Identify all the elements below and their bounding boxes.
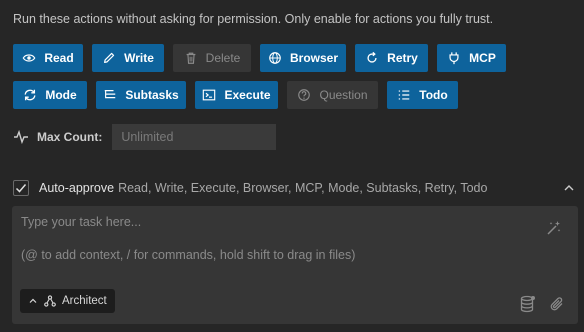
paperclip-icon[interactable] bbox=[549, 296, 565, 312]
auto-approve-row: Auto-approve Read, Write, Execute, Brows… bbox=[13, 180, 576, 196]
mode-toggle-button[interactable]: Mode bbox=[13, 81, 87, 109]
delete-toggle-button[interactable]: Delete bbox=[173, 44, 251, 72]
chat-placeholder-line2: (@ to add context, / for commands, hold … bbox=[21, 248, 356, 262]
enhance-prompt-icon[interactable] bbox=[546, 220, 562, 236]
subtasks-toggle-button[interactable]: Subtasks bbox=[96, 81, 186, 109]
mode-selector-label: Architect bbox=[62, 295, 107, 307]
trash-icon bbox=[186, 52, 196, 64]
browser-toggle-button[interactable]: Browser bbox=[260, 44, 346, 72]
mode-label: Mode bbox=[45, 88, 77, 102]
execute-toggle-button[interactable]: Execute bbox=[195, 81, 278, 109]
write-label: Write bbox=[124, 51, 154, 65]
eye-icon bbox=[22, 54, 36, 62]
subtasks-label: Subtasks bbox=[125, 88, 179, 102]
checklist-icon bbox=[399, 90, 410, 100]
chevron-up-icon[interactable] bbox=[562, 181, 576, 195]
max-count-row: Max Count: bbox=[13, 124, 277, 150]
mcp-toggle-button[interactable]: MCP bbox=[437, 44, 506, 72]
mode-selector[interactable]: Architect bbox=[20, 289, 115, 313]
chat-input-box[interactable]: Type your task here... (@ to add context… bbox=[12, 206, 578, 324]
question-toggle-button[interactable]: Question bbox=[287, 81, 378, 109]
question-icon bbox=[298, 89, 311, 101]
globe-icon bbox=[269, 52, 281, 64]
list-tree-icon bbox=[105, 90, 116, 99]
chevron-up-small-icon bbox=[29, 298, 37, 303]
write-toggle-button[interactable]: Write bbox=[92, 44, 164, 72]
browser-label: Browser bbox=[289, 51, 339, 65]
max-count-input[interactable] bbox=[112, 124, 277, 150]
terminal-icon bbox=[203, 89, 216, 101]
auto-approve-buttons-row-2: Mode Subtasks Execute Question Todo bbox=[13, 81, 458, 109]
max-count-label: Max Count: bbox=[37, 130, 103, 144]
delete-label: Delete bbox=[205, 51, 241, 65]
plug-icon bbox=[449, 52, 459, 65]
architect-icon bbox=[44, 295, 56, 307]
execute-label: Execute bbox=[224, 88, 271, 102]
read-label: Read bbox=[44, 51, 74, 65]
pencil-icon bbox=[104, 52, 115, 63]
todo-label: Todo bbox=[419, 88, 448, 102]
auto-approve-checkbox[interactable] bbox=[13, 180, 29, 196]
chat-placeholder-line1: Type your task here... bbox=[21, 215, 142, 229]
auto-approve-buttons-row-1: Read Write Delete Browser Retry MCP bbox=[13, 44, 506, 72]
database-icon[interactable] bbox=[519, 295, 535, 313]
activity-icon bbox=[14, 130, 28, 144]
retry-label: Retry bbox=[387, 51, 418, 65]
retry-toggle-button[interactable]: Retry bbox=[355, 44, 428, 72]
checkmark-icon bbox=[15, 184, 27, 193]
todo-toggle-button[interactable]: Todo bbox=[387, 81, 458, 109]
auto-approve-label: Auto-approve bbox=[39, 181, 115, 195]
read-toggle-button[interactable]: Read bbox=[13, 44, 83, 72]
mcp-label: MCP bbox=[469, 51, 496, 65]
chat-textarea[interactable]: Type your task here... (@ to add context… bbox=[21, 214, 536, 278]
refresh-icon bbox=[367, 51, 377, 63]
question-label: Question bbox=[319, 88, 368, 102]
permission-description: Run these actions without asking for per… bbox=[13, 12, 494, 26]
auto-approve-list: Read, Write, Execute, Browser, MCP, Mode… bbox=[118, 181, 488, 195]
sync-icon bbox=[24, 89, 36, 101]
